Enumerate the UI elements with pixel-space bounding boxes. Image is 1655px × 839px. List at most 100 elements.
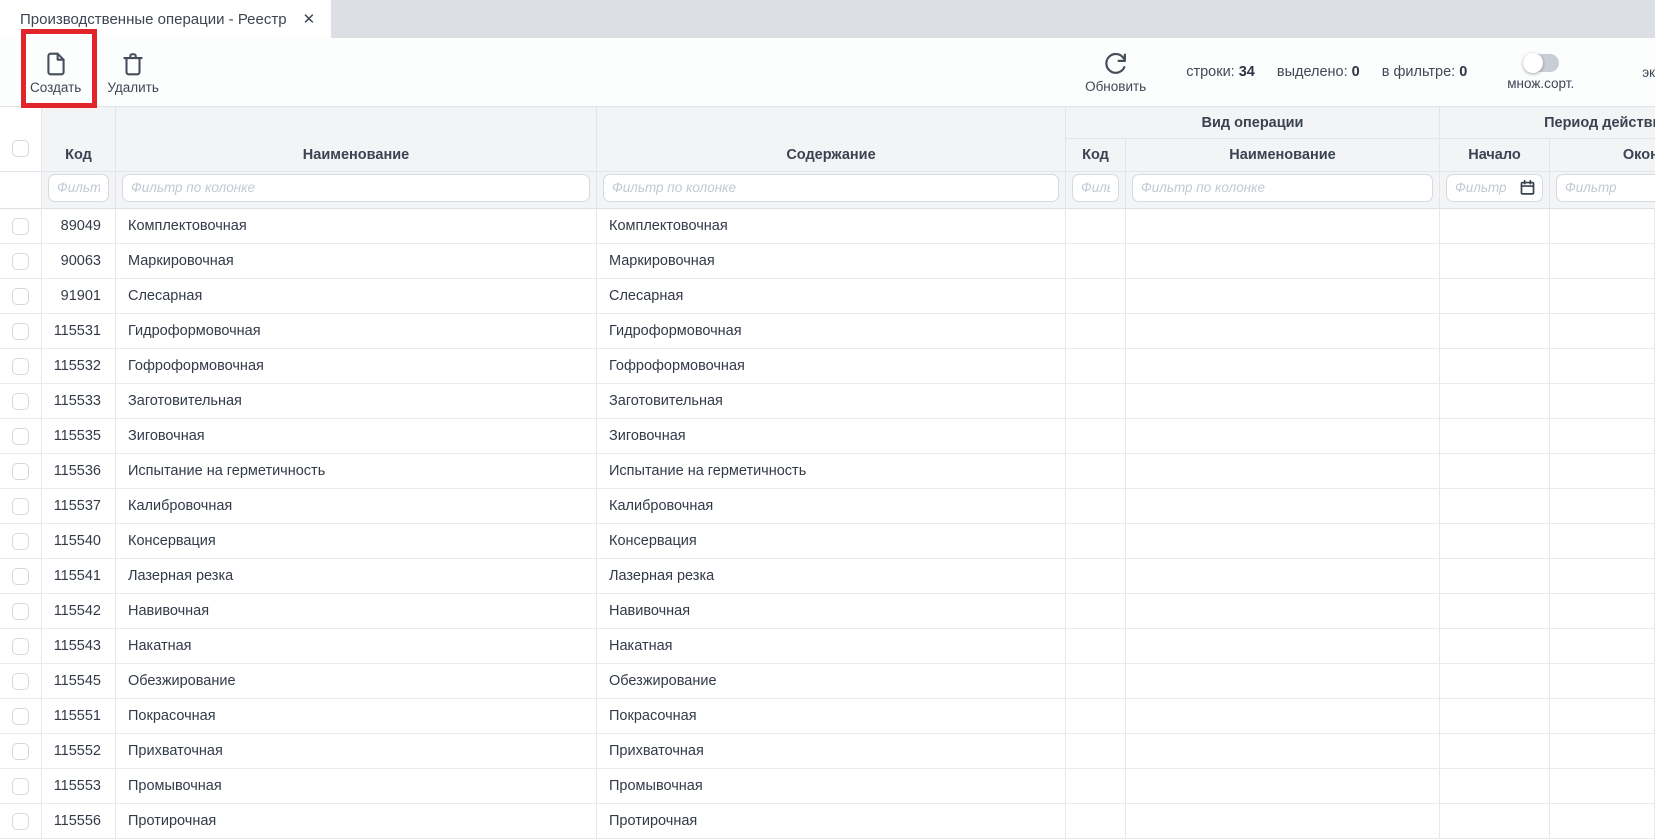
cell-op-code: [1066, 699, 1126, 733]
cell-op-code: [1066, 769, 1126, 803]
table-row[interactable]: 90063 Маркировочная Маркировочная: [0, 244, 1655, 279]
cell-code: 115536: [42, 454, 116, 488]
row-checkbox[interactable]: [12, 288, 29, 305]
filter-cell-empty: [0, 172, 42, 209]
calendar-icon: [1519, 179, 1536, 196]
cell-name: Комплектовочная: [116, 209, 597, 243]
table-row[interactable]: 115535 Зиговочная Зиговочная: [0, 419, 1655, 454]
row-checkbox-cell: [0, 734, 42, 768]
row-checkbox[interactable]: [12, 393, 29, 410]
cell-end: [1550, 524, 1655, 558]
table-row[interactable]: 115552 Прихваточная Прихваточная: [0, 734, 1655, 769]
toolbar-left-group: Создать Удалить: [30, 50, 159, 95]
filter-input-code[interactable]: [48, 174, 109, 202]
filter-input-content[interactable]: [603, 174, 1059, 202]
table-row[interactable]: 115533 Заготовительная Заготовительная: [0, 384, 1655, 419]
cell-name: Гидроформовочная: [116, 314, 597, 348]
column-header-code[interactable]: Код: [42, 107, 116, 172]
table-row[interactable]: 115532 Гофроформовочная Гофроформовочная: [0, 349, 1655, 384]
cell-content: Консервация: [597, 524, 1066, 558]
multisort-toggle[interactable]: [1523, 54, 1559, 72]
cell-content: Зиговочная: [597, 419, 1066, 453]
filter-input-op-code[interactable]: [1072, 174, 1119, 202]
column-header-name[interactable]: Наименование: [116, 107, 597, 172]
filter-input-name[interactable]: [122, 174, 590, 202]
cell-op-code: [1066, 419, 1126, 453]
filter-input-start-date[interactable]: [1455, 180, 1517, 195]
filter-input-op-name[interactable]: [1132, 174, 1433, 202]
cell-name: Протирочная: [116, 804, 597, 838]
refresh-button[interactable]: Обновить: [1085, 51, 1146, 94]
row-checkbox-cell: [0, 419, 42, 453]
cell-op-name: [1126, 489, 1440, 523]
table-row[interactable]: 115542 Навивочная Навивочная: [0, 594, 1655, 629]
export-label-cutoff[interactable]: эк: [1642, 65, 1655, 94]
tab-production-operations[interactable]: Производственные операции - Реестр ✕: [0, 0, 331, 38]
cell-op-code: [1066, 244, 1126, 278]
row-checkbox[interactable]: [12, 218, 29, 235]
create-button[interactable]: Создать: [30, 50, 81, 95]
delete-button[interactable]: Удалить: [107, 50, 159, 95]
row-checkbox[interactable]: [12, 533, 29, 550]
row-checkbox[interactable]: [12, 673, 29, 690]
row-checkbox[interactable]: [12, 428, 29, 445]
column-header-content[interactable]: Содержание: [597, 107, 1066, 172]
data-grid: Код Наименование Содержание Вид операции…: [0, 106, 1655, 839]
row-checkbox[interactable]: [12, 778, 29, 795]
cell-code: 89049: [42, 209, 116, 243]
cell-code: 115545: [42, 664, 116, 698]
row-checkbox-cell: [0, 244, 42, 278]
table-row[interactable]: 91901 Слесарная Слесарная: [0, 279, 1655, 314]
row-checkbox[interactable]: [12, 708, 29, 725]
column-header-end[interactable]: Окончание: [1550, 139, 1655, 172]
row-checkbox[interactable]: [12, 603, 29, 620]
filter-input-end-date[interactable]: [1565, 180, 1655, 195]
row-checkbox[interactable]: [12, 813, 29, 830]
cell-end: [1550, 209, 1655, 243]
cell-name: Лазерная резка: [116, 559, 597, 593]
column-header-start[interactable]: Начало: [1440, 139, 1550, 172]
row-checkbox[interactable]: [12, 498, 29, 515]
group-header-operation-type: Вид операции: [1066, 107, 1440, 139]
row-checkbox[interactable]: [12, 568, 29, 585]
table-row[interactable]: 115541 Лазерная резка Лазерная резка: [0, 559, 1655, 594]
cell-content: Заготовительная: [597, 384, 1066, 418]
table-row[interactable]: 89049 Комплектовочная Комплектовочная: [0, 209, 1655, 244]
cell-op-code: [1066, 734, 1126, 768]
cell-name: Консервация: [116, 524, 597, 558]
toolbar-right-group: Обновить строки:34 выделено:0 в фильтре:…: [1085, 51, 1655, 94]
table-row[interactable]: 115551 Покрасочная Покрасочная: [0, 699, 1655, 734]
cell-start: [1440, 629, 1550, 663]
select-all-checkbox[interactable]: [12, 140, 29, 157]
table-row[interactable]: 115540 Консервация Консервация: [0, 524, 1655, 559]
new-document-icon: [43, 50, 69, 78]
cell-name: Прихваточная: [116, 734, 597, 768]
stat-filtered: в фильтре:0: [1382, 64, 1468, 80]
table-row[interactable]: 115543 Накатная Накатная: [0, 629, 1655, 664]
table-row[interactable]: 115536 Испытание на герметичность Испыта…: [0, 454, 1655, 489]
close-icon[interactable]: ✕: [303, 12, 316, 27]
row-checkbox[interactable]: [12, 253, 29, 270]
row-checkbox[interactable]: [12, 323, 29, 340]
row-checkbox[interactable]: [12, 358, 29, 375]
table-row[interactable]: 115553 Промывочная Промывочная: [0, 769, 1655, 804]
cell-end: [1550, 384, 1655, 418]
cell-op-name: [1126, 734, 1440, 768]
table-row[interactable]: 115545 Обезжирование Обезжирование: [0, 664, 1655, 699]
group-header-validity-period: Период действия: [1440, 107, 1655, 139]
table-row[interactable]: 115556 Протирочная Протирочная: [0, 804, 1655, 839]
table-row[interactable]: 115537 Калибровочная Калибровочная: [0, 489, 1655, 524]
cell-start: [1440, 349, 1550, 383]
column-header-op-code[interactable]: Код: [1066, 139, 1126, 172]
cell-op-code: [1066, 594, 1126, 628]
row-checkbox[interactable]: [12, 463, 29, 480]
table-row[interactable]: 115531 Гидроформовочная Гидроформовочная: [0, 314, 1655, 349]
cell-code: 115532: [42, 349, 116, 383]
row-checkbox[interactable]: [12, 638, 29, 655]
cell-op-code: [1066, 209, 1126, 243]
cell-content: Комплектовочная: [597, 209, 1066, 243]
column-header-op-name[interactable]: Наименование: [1126, 139, 1440, 172]
row-checkbox[interactable]: [12, 743, 29, 760]
cell-name: Гофроформовочная: [116, 349, 597, 383]
cell-end: [1550, 664, 1655, 698]
